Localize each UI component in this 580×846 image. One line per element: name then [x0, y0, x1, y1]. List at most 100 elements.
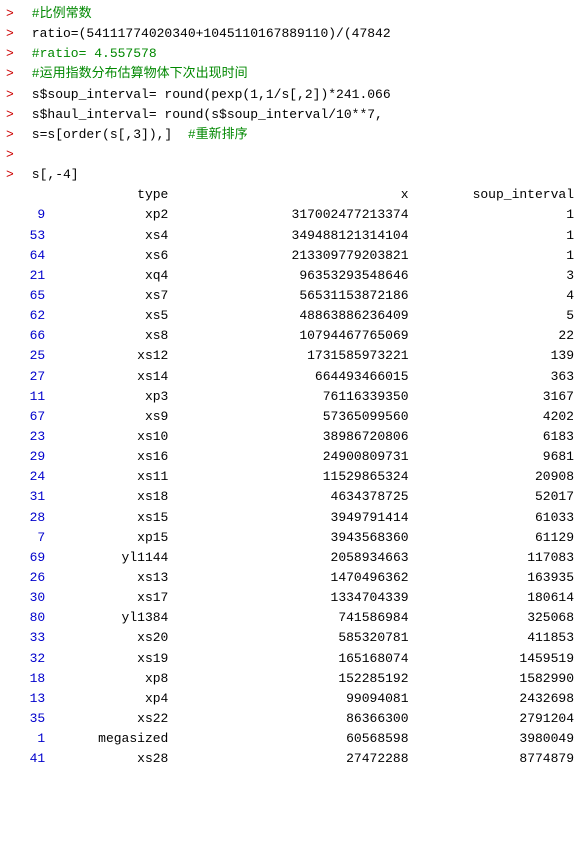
- cell-rownum: 41: [6, 749, 51, 769]
- cell-rownum: 27: [6, 367, 51, 387]
- code-text-7: s=s[order(s[,3]),]: [24, 125, 188, 145]
- table-row: 64xs62133097792038211: [6, 246, 574, 266]
- cell-soup-interval: 1459519: [419, 649, 574, 669]
- cell-rownum: 13: [6, 689, 51, 709]
- cell-soup-interval: 6183: [419, 427, 574, 447]
- cell-soup-interval: 4202: [419, 407, 574, 427]
- cell-x: 317002477213374: [178, 205, 418, 225]
- cell-soup-interval: 1: [419, 226, 574, 246]
- prompt-4: >: [6, 64, 24, 84]
- cell-x: 27472288: [178, 749, 418, 769]
- cell-type: xq4: [51, 266, 178, 286]
- table-row: 26xs131470496362163935: [6, 568, 574, 588]
- code-text-6: s$haul_interval= round(s$soup_interval/1…: [24, 105, 383, 125]
- table-row: 31xs18463437872552017: [6, 487, 574, 507]
- table-row: 28xs15394979141461033: [6, 508, 574, 528]
- table-row: 24xs111152986532420908: [6, 467, 574, 487]
- table-row: 18xp81522851921582990: [6, 669, 574, 689]
- cell-type: xp3: [51, 387, 178, 407]
- cell-rownum: 11: [6, 387, 51, 407]
- cell-type: yl1144: [51, 548, 178, 568]
- table-row: 67xs9573650995604202: [6, 407, 574, 427]
- cell-type: xs22: [51, 709, 178, 729]
- cell-x: 86366300: [178, 709, 418, 729]
- cell-type: xs5: [51, 306, 178, 326]
- cell-x: 48863886236409: [178, 306, 418, 326]
- cell-x: 56531153872186: [178, 286, 418, 306]
- cell-soup-interval: 325068: [419, 608, 574, 628]
- table-row: 21xq4963532935486463: [6, 266, 574, 286]
- cell-x: 1470496362: [178, 568, 418, 588]
- table-row: 80yl1384741586984325068: [6, 608, 574, 628]
- cell-rownum: 25: [6, 346, 51, 366]
- cell-rownum: 64: [6, 246, 51, 266]
- cell-soup-interval: 180614: [419, 588, 574, 608]
- cell-rownum: 26: [6, 568, 51, 588]
- cell-x: 1334704339: [178, 588, 418, 608]
- cell-x: 1731585973221: [178, 346, 418, 366]
- code-text-4: #运用指数分布估算物体下次出现时间: [24, 64, 248, 84]
- cell-type: megasized: [51, 729, 178, 749]
- cell-type: xs14: [51, 367, 178, 387]
- cell-x: 24900809731: [178, 447, 418, 467]
- prompt-7: >: [6, 125, 24, 145]
- cell-type: xs13: [51, 568, 178, 588]
- cell-soup-interval: 117083: [419, 548, 574, 568]
- cell-type: xs9: [51, 407, 178, 427]
- cell-type: xs18: [51, 487, 178, 507]
- cell-x: 585320781: [178, 628, 418, 648]
- cell-x: 3943568360: [178, 528, 418, 548]
- cell-rownum: 67: [6, 407, 51, 427]
- cell-rownum: 7: [6, 528, 51, 548]
- cell-soup-interval: 22: [419, 326, 574, 346]
- cell-rownum: 1: [6, 729, 51, 749]
- cell-type: xp15: [51, 528, 178, 548]
- cell-soup-interval: 1: [419, 246, 574, 266]
- cell-soup-interval: 363: [419, 367, 574, 387]
- cell-rownum: 32: [6, 649, 51, 669]
- cell-x: 11529865324: [178, 467, 418, 487]
- table-row: 65xs7565311538721864: [6, 286, 574, 306]
- table-row: 66xs81079446776506922: [6, 326, 574, 346]
- cell-type: xp2: [51, 205, 178, 225]
- cell-soup-interval: 61129: [419, 528, 574, 548]
- prompt-3: >: [6, 44, 24, 64]
- code-line-3: > #ratio= 4.557578: [0, 44, 580, 64]
- cell-soup-interval: 3980049: [419, 729, 574, 749]
- cell-type: xp4: [51, 689, 178, 709]
- table-row: 33xs20585320781411853: [6, 628, 574, 648]
- table-row: 11xp3761163393503167: [6, 387, 574, 407]
- cell-x: 2058934663: [178, 548, 418, 568]
- table-row: 9xp23170024772133741: [6, 205, 574, 225]
- table-row: 41xs28274722888774879: [6, 749, 574, 769]
- cell-soup-interval: 2432698: [419, 689, 574, 709]
- cell-x: 664493466015: [178, 367, 418, 387]
- table-header-row: type x soup_interval: [6, 185, 574, 205]
- code-line-1: > #比例常数: [0, 4, 580, 24]
- table-row: 1megasized605685983980049: [6, 729, 574, 749]
- table-row: 29xs16249008097319681: [6, 447, 574, 467]
- code-line-5: > s$soup_interval= round(pexp(1,1/s[,2])…: [0, 85, 580, 105]
- cell-x: 3949791414: [178, 508, 418, 528]
- cell-soup-interval: 8774879: [419, 749, 574, 769]
- code-text-3: #ratio= 4.557578: [24, 44, 157, 64]
- cell-rownum: 9: [6, 205, 51, 225]
- cell-soup-interval: 3167: [419, 387, 574, 407]
- cell-soup-interval: 52017: [419, 487, 574, 507]
- cell-x: 4634378725: [178, 487, 418, 507]
- prompt-6: >: [6, 105, 24, 125]
- data-table: type x soup_interval 9xp2317002477213374…: [6, 185, 574, 769]
- cell-type: xs20: [51, 628, 178, 648]
- cell-type: xs10: [51, 427, 178, 447]
- cell-rownum: 23: [6, 427, 51, 447]
- header-soup-interval: soup_interval: [419, 185, 574, 205]
- cell-x: 213309779203821: [178, 246, 418, 266]
- cell-soup-interval: 1582990: [419, 669, 574, 689]
- cell-rownum: 30: [6, 588, 51, 608]
- cell-x: 99094081: [178, 689, 418, 709]
- cell-rownum: 21: [6, 266, 51, 286]
- table-row: 32xs191651680741459519: [6, 649, 574, 669]
- prompt-2: >: [6, 24, 24, 44]
- cell-rownum: 35: [6, 709, 51, 729]
- cell-soup-interval: 20908: [419, 467, 574, 487]
